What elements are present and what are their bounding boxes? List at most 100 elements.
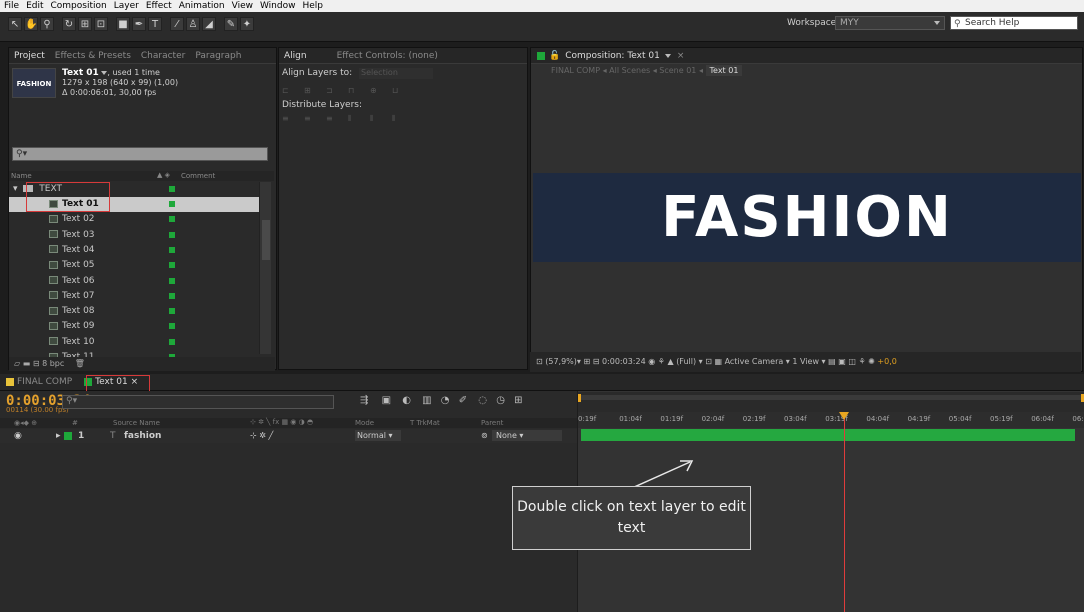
- distribute-bottom-icon[interactable]: ≡: [326, 114, 340, 123]
- timeline-icon[interactable]: ◫: [848, 357, 856, 366]
- auto-keyframe-icon[interactable]: ◷: [496, 395, 505, 406]
- graph-editor-icon[interactable]: ◌: [478, 395, 487, 406]
- navigator-start-handle[interactable]: [578, 394, 581, 402]
- tab-composition[interactable]: Composition: Text 01: [560, 51, 665, 61]
- align-to-select[interactable]: Selection: [359, 68, 434, 79]
- timeline-layer-row[interactable]: ◉ ▸ 1 T fashion ⊹ ✲ ╱ Normal ▾ ⊚ None ▾: [0, 429, 577, 443]
- column-comment[interactable]: Comment: [181, 172, 215, 180]
- timeline-search-input[interactable]: ⚲▾: [62, 395, 334, 409]
- align-top-icon[interactable]: ⊓: [348, 86, 362, 95]
- label-color[interactable]: [169, 262, 175, 269]
- type-tool-icon[interactable]: T: [148, 17, 162, 31]
- live-update-icon[interactable]: ⊞: [514, 395, 522, 406]
- column-name[interactable]: Name: [11, 172, 32, 180]
- menu-item-view[interactable]: View: [232, 1, 253, 11]
- resolution-select[interactable]: (Full): [676, 357, 696, 366]
- bpc-label[interactable]: 8 bpc: [42, 359, 64, 368]
- color-channels-icon[interactable]: ▲: [667, 357, 673, 366]
- trash-icon[interactable]: 🗑: [75, 359, 85, 368]
- fast-preview-icon[interactable]: ▣: [838, 357, 846, 366]
- exposure-value[interactable]: +0,0: [877, 357, 896, 366]
- menu-item-effect[interactable]: Effect: [146, 1, 172, 11]
- project-item-6[interactable]: Text 06: [9, 274, 259, 289]
- label-color[interactable]: [169, 277, 175, 284]
- layer-duration-bar[interactable]: [581, 429, 1075, 441]
- menu-item-window[interactable]: Window: [260, 1, 296, 11]
- menu-item-help[interactable]: Help: [302, 1, 323, 11]
- eraser-tool-icon[interactable]: ◢: [202, 17, 216, 31]
- label-color[interactable]: [169, 231, 175, 238]
- project-item-8[interactable]: Text 08: [9, 304, 259, 319]
- crumb-final-comp[interactable]: FINAL COMP: [551, 66, 600, 75]
- parent-select[interactable]: None ▾: [492, 430, 562, 441]
- fashion-text-preview[interactable]: FASHION: [533, 173, 1081, 262]
- time-navigator[interactable]: [578, 392, 1084, 412]
- align-left-icon[interactable]: ⊏: [282, 86, 296, 95]
- workspace-select[interactable]: MYY: [835, 16, 945, 30]
- hide-shy-icon[interactable]: ◐: [402, 395, 411, 406]
- project-item-4[interactable]: Text 04: [9, 243, 259, 258]
- toggle-pixel-icon[interactable]: ▤: [828, 357, 836, 366]
- project-item-9[interactable]: Text 09: [9, 319, 259, 334]
- flowchart-icon[interactable]: ⚘: [858, 357, 865, 366]
- pen-tool-icon[interactable]: ✒: [132, 17, 146, 31]
- rotate-tool-icon[interactable]: ↻: [62, 17, 76, 31]
- project-item-2[interactable]: Text 02: [9, 212, 259, 227]
- project-item-7[interactable]: Text 07: [9, 289, 259, 304]
- menu-item-animation[interactable]: Animation: [179, 1, 225, 11]
- camera-tool-icon[interactable]: ⊞: [78, 17, 92, 31]
- menu-item-composition[interactable]: Composition: [51, 1, 107, 11]
- visibility-eye-icon[interactable]: ◉: [14, 429, 22, 443]
- playhead-line[interactable]: [844, 412, 845, 612]
- crumb-text-01[interactable]: Text 01: [705, 65, 743, 76]
- column-trkmat[interactable]: T TrkMat: [410, 419, 440, 427]
- label-color[interactable]: [169, 186, 175, 192]
- lock-icon[interactable]: 🔓: [549, 51, 560, 61]
- comp-mini-flowchart-icon[interactable]: ⇶: [360, 395, 368, 406]
- exposure-icon[interactable]: ✺: [868, 357, 875, 366]
- distribute-vcenter-icon[interactable]: ≡: [304, 114, 318, 123]
- motion-blur-icon[interactable]: ◔: [441, 395, 450, 406]
- distribute-right-icon[interactable]: ⦀: [392, 114, 406, 123]
- navigator-bar[interactable]: [578, 395, 1084, 400]
- tab-final-comp[interactable]: FINAL COMP: [0, 377, 78, 387]
- brainstorm-icon[interactable]: ✐: [459, 395, 467, 406]
- align-vcenter-icon[interactable]: ⊕: [370, 86, 384, 95]
- parent-pickwhip-icon[interactable]: ⊚: [481, 429, 488, 443]
- project-item-3[interactable]: Text 03: [9, 228, 259, 243]
- tab-align[interactable]: Align: [279, 51, 312, 61]
- menu-item-file[interactable]: File: [4, 1, 19, 11]
- project-item-10[interactable]: Text 10: [9, 335, 259, 350]
- roto-brush-tool-icon[interactable]: ✎: [224, 17, 238, 31]
- crumb-all-scenes[interactable]: All Scenes: [609, 66, 650, 75]
- crumb-scene-01[interactable]: Scene 01: [659, 66, 696, 75]
- zoom-level[interactable]: (57,9%): [545, 357, 577, 366]
- draft-3d-icon[interactable]: ▣: [382, 395, 391, 406]
- camera-select[interactable]: Active Camera: [725, 357, 784, 366]
- tab-character[interactable]: Character: [136, 51, 190, 61]
- menu-item-layer[interactable]: Layer: [114, 1, 139, 11]
- column-source-name[interactable]: Source Name: [113, 419, 160, 427]
- transparency-grid-icon[interactable]: ▦: [714, 357, 722, 366]
- safe-zone-icon[interactable]: ⊟: [593, 357, 600, 366]
- chevron-down-icon[interactable]: [664, 53, 671, 58]
- hand-tool-icon[interactable]: ✋: [24, 17, 38, 31]
- label-color[interactable]: [169, 338, 175, 345]
- label-color[interactable]: [169, 323, 175, 330]
- layer-name[interactable]: fashion: [124, 429, 161, 443]
- snapshot-icon[interactable]: ◉: [648, 357, 655, 366]
- layer-switches[interactable]: ⊹ ✲ ╱: [250, 429, 273, 443]
- selection-tool-icon[interactable]: ↖: [8, 17, 22, 31]
- zoom-tool-icon[interactable]: ⚲: [40, 17, 54, 31]
- label-color[interactable]: [169, 292, 175, 299]
- viewer-timecode[interactable]: 0:00:03:24: [602, 357, 646, 366]
- show-channel-icon[interactable]: ⚘: [658, 357, 665, 366]
- roi-icon[interactable]: ⊡: [705, 357, 712, 366]
- align-bottom-icon[interactable]: ⊔: [392, 86, 406, 95]
- project-item-5[interactable]: Text 05: [9, 258, 259, 273]
- menu-item-edit[interactable]: Edit: [26, 1, 43, 11]
- tab-effects-presets[interactable]: Effects & Presets: [50, 51, 136, 61]
- align-hcenter-icon[interactable]: ⊞: [304, 86, 318, 95]
- project-scrollbar[interactable]: [259, 182, 271, 354]
- column-parent[interactable]: Parent: [481, 419, 503, 427]
